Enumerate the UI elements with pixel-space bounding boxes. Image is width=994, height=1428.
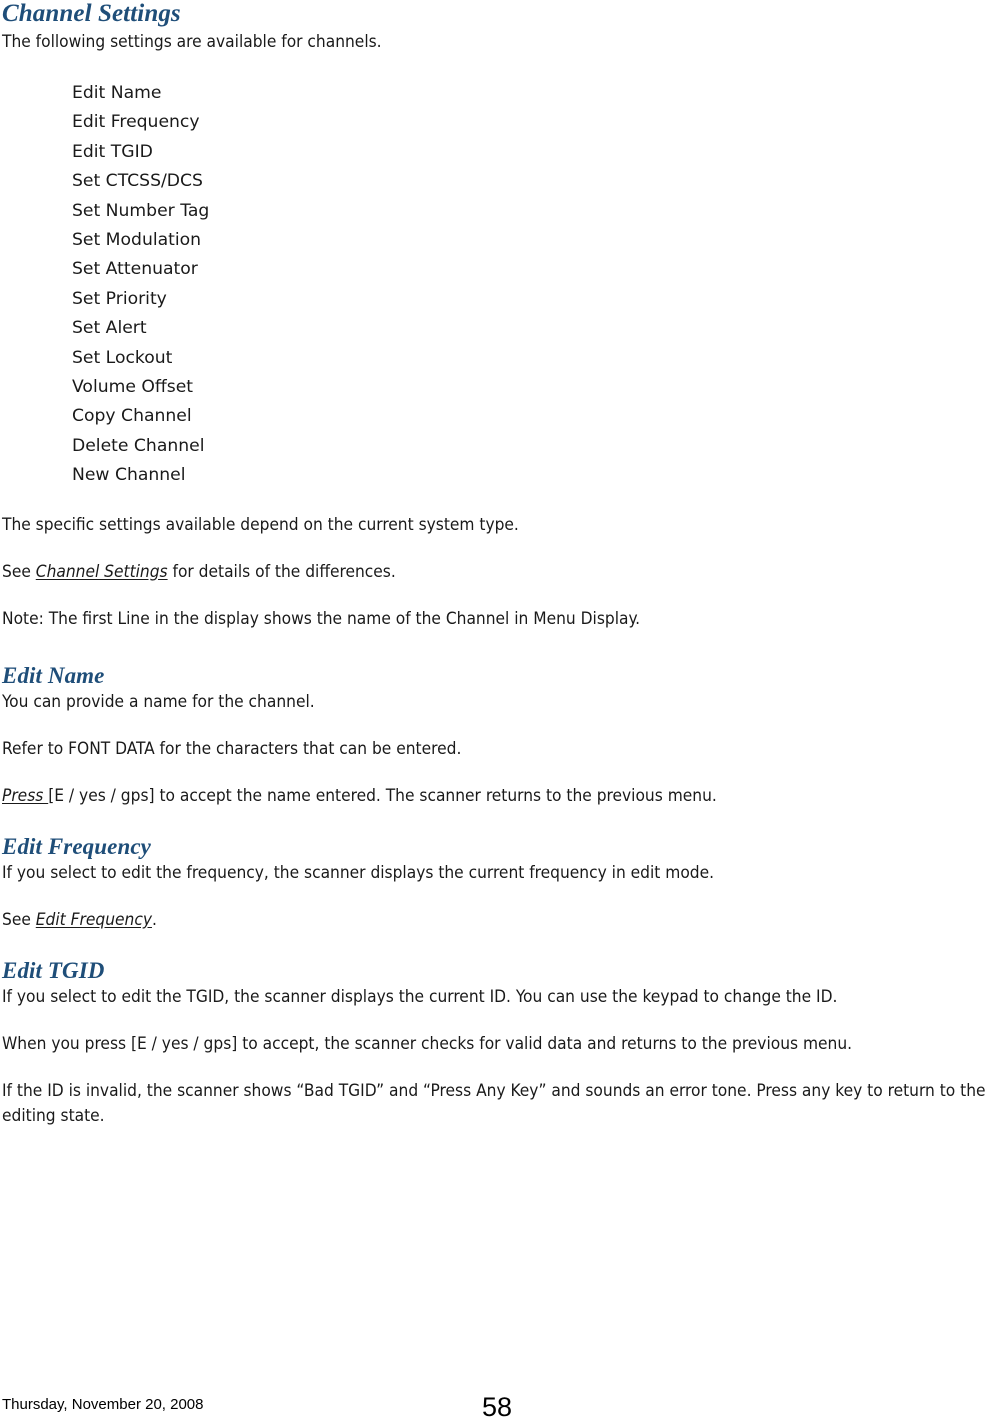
list-item: Delete Channel [72,435,205,456]
paragraph-see-channel-settings: See Channel Settings for details of the … [2,560,992,585]
page-footer: Thursday, November 20, 2008 58 [0,1368,994,1428]
list-item: Edit TGID [72,141,153,162]
list-item: Volume Offset [72,377,194,398]
list-item: Edit Frequency [72,112,200,133]
see-suffix-text: for details of the differences. [167,561,396,582]
heading-channel-settings: Channel Settings [2,0,181,27]
paragraph-channel-settings-intro: The following settings are available for… [2,32,382,52]
paragraph-settings-depend: The specific settings available depend o… [2,514,519,535]
list-item: Set Number Tag [72,200,210,221]
press-rest-text: [E / yes / gps] to accept the name enter… [48,785,717,806]
link-edit-frequency[interactable]: Edit Frequency [36,910,152,930]
paragraph-press-accept-name: Press [E / yes / gps] to accept the name… [2,784,992,809]
paragraph-edit-tgid-keypad: If you select to edit the TGID, the scan… [2,986,838,1007]
see-suffix-text: . [151,909,157,930]
list-item: Edit Name [72,83,162,103]
see-prefix-text: See [2,561,36,582]
paragraph-see-edit-frequency: See Edit Frequency. [2,908,992,933]
list-item: New Channel [72,465,186,486]
heading-edit-name: Edit Name [2,662,105,688]
list-item: Set Attenuator [72,259,198,280]
footer-page-number: 58 [481,1392,513,1422]
link-channel-settings[interactable]: Channel Settings [36,562,168,582]
paragraph-provide-name: You can provide a name for the channel. [2,691,315,712]
paragraph-note-first-line: Note: The first Line in the display show… [2,608,641,629]
heading-edit-tgid: Edit TGID [2,957,105,983]
list-item: Copy Channel [72,406,192,427]
channel-settings-list: Edit Name Edit Frequency Edit TGID Set C… [2,79,992,491]
paragraph-tgid-accept: When you press [E / yes / gps] to accept… [2,1033,853,1054]
paragraph-tgid-invalid: If the ID is invalid, the scanner shows … [2,1080,986,1126]
paragraph-edit-frequency-mode: If you select to edit the frequency, the… [2,862,715,883]
list-item: Set Priority [72,288,167,309]
list-item: Set Lockout [72,347,173,368]
list-item: Set Modulation [72,230,202,251]
see-prefix-text: See [2,909,36,930]
link-press[interactable]: Press [2,786,48,806]
heading-edit-frequency: Edit Frequency [2,833,151,859]
list-item: Set Alert [72,318,147,339]
list-item: Set CTCSS/DCS [72,171,203,192]
document-page: Channel Settings The following settings … [0,0,994,1428]
paragraph-refer-font-data: Refer to FONT DATA for the characters th… [2,738,462,759]
